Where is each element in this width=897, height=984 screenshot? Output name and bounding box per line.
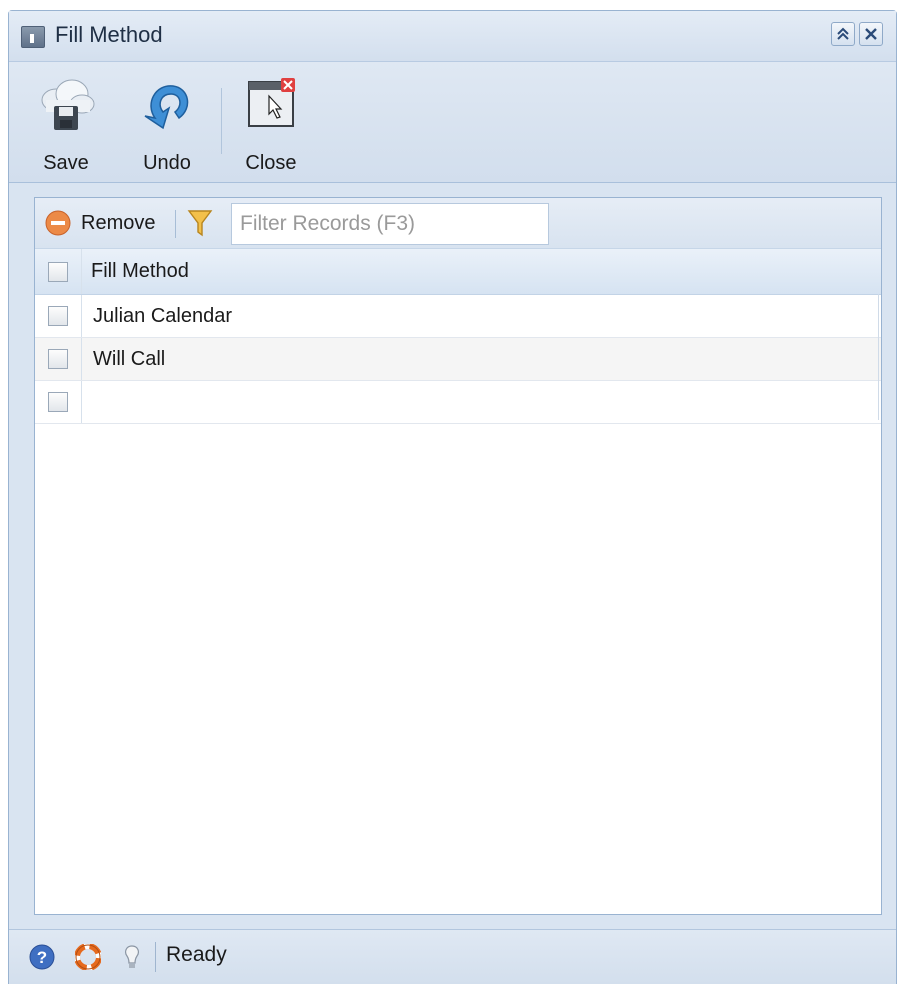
collapse-icon [837,27,849,40]
close-icon [865,28,877,40]
grid-toolbar-separator [175,210,176,238]
row-checkbox-cell [35,338,82,380]
grid-header-row: Fill Method [35,249,881,295]
status-bar: ? Ready [9,929,896,984]
row-checkbox-cell [35,381,82,423]
close-window-icon [248,78,295,127]
toolbar-separator [221,88,222,154]
filter-records-input[interactable] [231,203,549,245]
row-checkbox[interactable] [48,349,68,369]
collapse-button[interactable] [831,22,855,46]
close-button[interactable]: Close [235,74,307,175]
select-all-checkbox[interactable] [48,261,68,282]
undo-arrow-icon [144,85,189,130]
svg-text:?: ? [37,948,47,967]
remove-label: Remove [81,211,156,234]
window-title: Fill Method [55,22,163,47]
table-row[interactable]: Julian Calendar [35,295,881,338]
fill-method-cell[interactable]: Julian Calendar [93,295,232,337]
header-select-all-cell [35,249,82,294]
main-toolbar: Save Undo Close [9,62,896,183]
cloud-save-icon [41,79,95,130]
lifebuoy-icon[interactable] [75,944,101,970]
filter-icon[interactable] [187,208,213,238]
grid-right-border [878,294,879,420]
status-separator [155,942,156,972]
close-window-button[interactable] [859,22,883,46]
row-checkbox[interactable] [48,306,68,326]
help-icon[interactable]: ? [29,944,55,970]
remove-button[interactable]: Remove [45,210,155,236]
undo-label: Undo [143,152,191,174]
lightbulb-icon[interactable] [119,944,145,970]
fill-method-grid-panel: Remove Fill Method Julian Calendar W [34,197,882,915]
status-text: Ready [166,943,227,966]
fill-method-window: Fill Method Save Undo Close Remove Filte… [8,10,897,984]
table-row-new[interactable] [35,381,881,424]
undo-button[interactable]: Undo [127,74,207,175]
fill-method-cell[interactable]: Will Call [93,338,165,380]
grid-toolbar: Remove [35,198,881,249]
remove-icon [45,210,71,236]
save-button[interactable]: Save [31,74,101,175]
save-label: Save [43,152,89,174]
table-row[interactable]: Will Call [35,338,881,381]
column-header-fill-method[interactable]: Fill Method [91,249,189,294]
close-label: Close [245,152,297,174]
row-checkbox-cell [35,295,82,337]
window-titlebar[interactable]: Fill Method [9,11,896,62]
row-checkbox[interactable] [48,392,68,412]
window-info-icon [21,26,45,48]
